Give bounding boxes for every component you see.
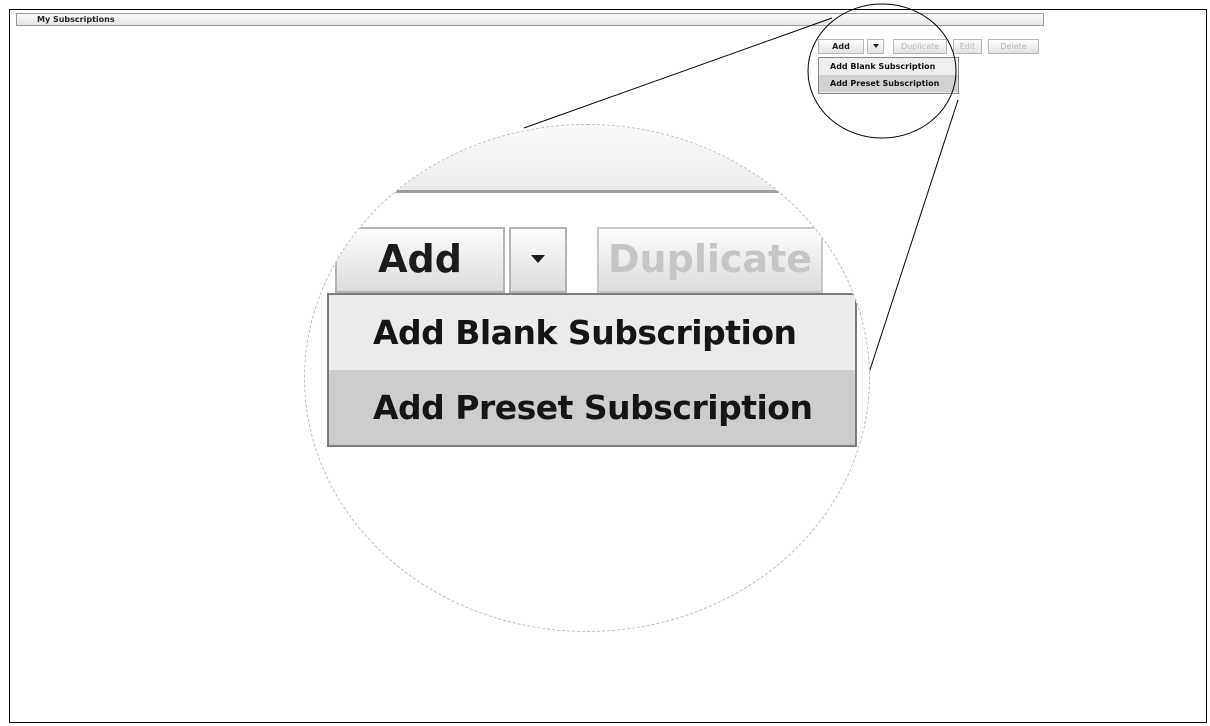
zoomed-menu-item-add-preset: Add Preset Subscription: [329, 370, 855, 445]
caret-down-icon: [531, 254, 545, 263]
zoomed-panel-header: [305, 125, 869, 193]
zoomed-add-button: Add: [335, 227, 505, 293]
zoomed-add-menu: Add Blank Subscription Add Preset Subscr…: [327, 293, 857, 447]
magnifier-source-circle: [807, 3, 957, 139]
magnified-view: Add Duplicate Add Blank Subscription Add…: [304, 124, 870, 632]
zoomed-dropdown-button: [509, 227, 567, 293]
zoomed-menu-item-add-blank: Add Blank Subscription: [373, 313, 797, 352]
zoomed-duplicate-button: Duplicate: [597, 227, 823, 293]
callout-line-left: [523, 17, 833, 129]
callout-line-right: [865, 99, 959, 383]
